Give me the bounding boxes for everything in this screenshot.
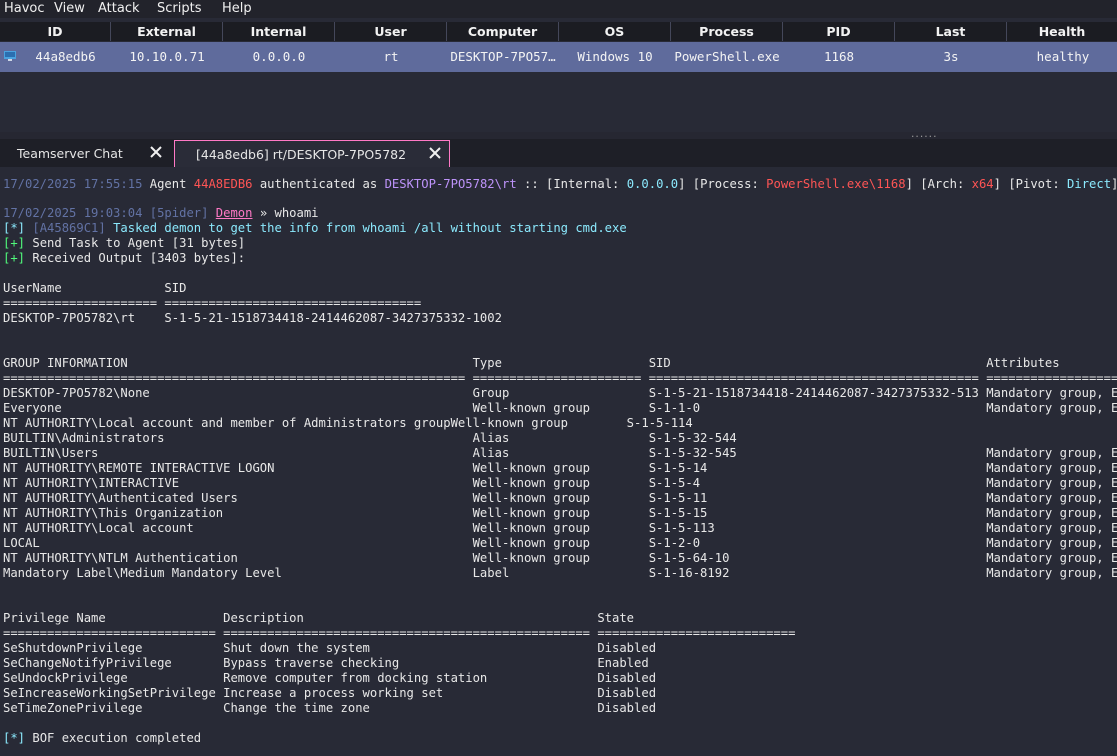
output-line: NT AUTHORITY\NTLM Authentication Well-kn… (3, 551, 1117, 565)
cell-internal: 0.0.0.0 (252, 49, 306, 64)
menu-havoc[interactable]: Havoc (4, 1, 45, 17)
output-line: NT AUTHORITY\This Organization Well-know… (3, 506, 1117, 520)
output-line: DESKTOP-7PO5782\rt S-1-5-21-1518734418-2… (3, 311, 502, 325)
output-line: GROUP INFORMATION Type SID Attributes (3, 356, 1060, 370)
menu-bar: Havoc View Attack Scripts Help (0, 0, 1117, 18)
output-line: NT AUTHORITY\REMOTE INTERACTIVE LOGON We… (3, 461, 1117, 475)
output-line: BUILTIN\Administrators Alias S-1-5-32-54… (3, 431, 737, 445)
console-output[interactable]: 17/02/2025 17:55:15 Agent 44A8EDB6 authe… (0, 167, 1117, 756)
column-internal[interactable]: Internal (223, 22, 335, 41)
column-process[interactable]: Process (671, 22, 783, 41)
output-line: NT AUTHORITY\Authenticated Users Well-kn… (3, 491, 1117, 505)
output-line: DESKTOP-7PO5782\None Group S-1-5-21-1518… (3, 386, 1117, 400)
panel-splitter[interactable]: ...... (0, 131, 1117, 140)
command-line: 17/02/2025 19:03:04 [5pider] Demon » who… (3, 206, 319, 220)
cell-os: Windows 10 (577, 49, 653, 64)
column-last[interactable]: Last (895, 22, 1007, 41)
cell-computer: DESKTOP-7PO57… (450, 49, 556, 64)
menu-help[interactable]: Help (222, 1, 252, 17)
tab-label: Teamserver Chat (17, 146, 123, 161)
cell-health: healthy (1036, 49, 1090, 64)
output-line: SeShutdownPrivilege Shut down the system… (3, 641, 657, 655)
task-line: [*] [A45869C1] Tasked demon to get the i… (3, 221, 627, 235)
table-header: ID External Internal User Computer OS Pr… (0, 22, 1117, 41)
column-health[interactable]: Health (1007, 22, 1117, 41)
cell-pid: 1168 (823, 49, 855, 64)
column-id[interactable]: ID (0, 22, 111, 41)
menu-scripts[interactable]: Scripts (157, 1, 201, 17)
recv-line: [+] Received Output [3403 bytes]: (3, 251, 246, 265)
column-external[interactable]: External (111, 22, 223, 41)
output-line: NT AUTHORITY\Local account Well-known gr… (3, 521, 1117, 535)
splitter-grip[interactable]: ...... (910, 131, 937, 140)
operator: [5pider] (142, 206, 216, 220)
output-line: Privilege Name Description State (3, 611, 635, 625)
tab-bar: Teamserver Chat [44a8edb6] rt/DESKTOP-7P… (0, 139, 1117, 167)
output-line: NT AUTHORITY\INTERACTIVE Well-known grou… (3, 476, 1117, 490)
column-computer[interactable]: Computer (447, 22, 559, 41)
output-line: SeTimeZonePrivilege Change the time zone… (3, 701, 657, 715)
agent-arch: x64 (971, 177, 994, 191)
close-icon[interactable] (150, 146, 162, 158)
output-line: ============================= ==========… (3, 626, 796, 640)
menu-attack[interactable]: Attack (98, 1, 140, 17)
demon-link[interactable]: Demon (216, 206, 253, 220)
column-pid[interactable]: PID (783, 22, 895, 41)
task-id: [A45869C1] (25, 221, 106, 235)
output-line: SeChangeNotifyPrivilege Bypass traverse … (3, 656, 649, 670)
output-line: ===================== ==================… (3, 296, 422, 310)
output-line: SeUndockPrivilege Remove computer from d… (3, 671, 657, 685)
agent-pivot: Direct (1067, 177, 1112, 191)
cell-id: 44a8edb6 (35, 49, 96, 64)
done-line: [*] BOF execution completed (3, 731, 202, 745)
auth-line: 17/02/2025 17:55:15 Agent 44A8EDB6 authe… (3, 177, 1117, 191)
agent-process: PowerShell.exe\1168 (766, 177, 906, 191)
output-line: LOCAL Well-known group S-1-2-0 Mandatory… (3, 536, 1117, 550)
menu-view[interactable]: View (54, 1, 85, 17)
tab-session-44a8edb6[interactable]: [44a8edb6] rt/DESKTOP-7PO5782 (174, 140, 450, 167)
sessions-table: ID External Internal User Computer OS Pr… (0, 18, 1117, 132)
timestamp: 17/02/2025 19:03:04 (3, 206, 143, 220)
agent-internal: 0.0.0.0 (626, 177, 679, 191)
command-text: whoami (274, 206, 319, 220)
cell-user: rt (383, 49, 399, 64)
send-line: [+] Send Task to Agent [31 bytes] (3, 236, 246, 250)
cell-external: 10.10.0.71 (129, 49, 205, 64)
cell-last: 3s (943, 49, 959, 64)
output-line: Mandatory Label\Medium Mandatory Level L… (3, 566, 1117, 580)
output-line: BUILTIN\Users Alias S-1-5-32-545 Mandato… (3, 446, 1117, 460)
tab-teamserver-chat[interactable]: Teamserver Chat (0, 140, 173, 167)
output-line: UserName SID (3, 281, 187, 295)
tab-label: [44a8edb6] rt/DESKTOP-7PO5782 (196, 147, 407, 162)
timestamp: 17/02/2025 17:55:15 (3, 177, 143, 191)
output-line: SeIncreaseWorkingSetPrivilege Increase a… (3, 686, 657, 700)
output-line: ========================================… (3, 371, 1117, 385)
column-os[interactable]: OS (559, 22, 671, 41)
cell-process: PowerShell.exe (674, 49, 780, 64)
output-line: NT AUTHORITY\Local account and member of… (3, 416, 693, 430)
agent-user: DESKTOP-7PO5782\rt (384, 177, 517, 191)
close-icon[interactable] (429, 147, 441, 159)
output-line: Everyone Well-known group S-1-1-0 Mandat… (3, 401, 1117, 415)
table-row[interactable]: 44a8edb6 10.10.0.71 0.0.0.0 rt DESKTOP-7… (0, 42, 1117, 72)
column-user[interactable]: User (335, 22, 447, 41)
agent-id: 44A8EDB6 (193, 177, 253, 191)
